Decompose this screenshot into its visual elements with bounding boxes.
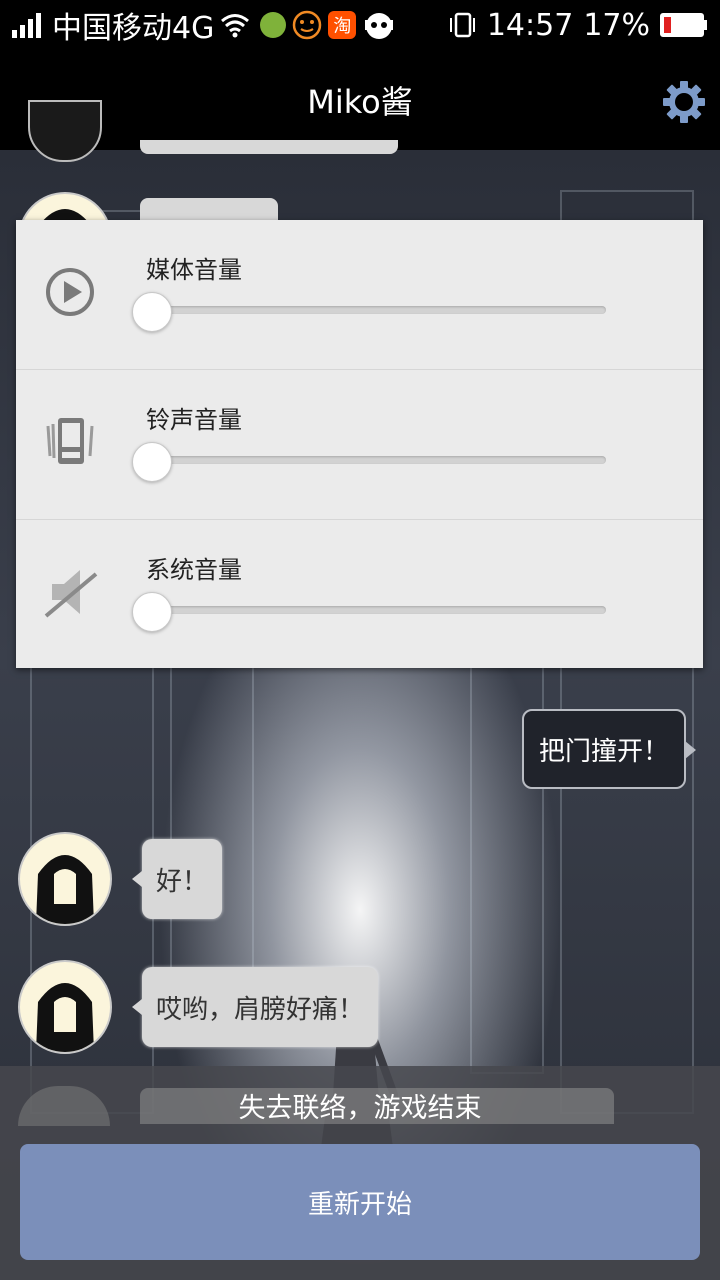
volume-label: 媒体音量 — [146, 256, 242, 284]
volume-slider-thumb[interactable] — [132, 592, 172, 632]
page-title: Miko酱 — [307, 83, 413, 121]
wifi-icon — [221, 14, 250, 38]
volume-slider-thumb[interactable] — [132, 442, 172, 482]
restart-button[interactable]: 重新开始 — [20, 1144, 700, 1260]
smiley-icon — [293, 10, 322, 40]
avatar — [18, 960, 112, 1054]
chat-bubble-incoming: 好！ — [131, 839, 223, 919]
play-icon — [46, 268, 94, 316]
signal-icon — [12, 13, 41, 38]
message-text: 哎哟，肩膀好痛！ — [156, 994, 365, 1025]
carrier-label: 中国移动4G — [52, 11, 215, 46]
volume-row-system: 系统音量 — [16, 520, 703, 669]
volume-label: 系统音量 — [146, 556, 242, 584]
message-text: 把门撞开！ — [538, 736, 669, 767]
battery-icon — [660, 13, 707, 37]
game-over-message: 失去联络，游戏结束 — [238, 1093, 482, 1124]
volume-slider-thumb[interactable] — [132, 292, 172, 332]
avatar — [18, 832, 112, 926]
chat-bubble-partial — [140, 140, 398, 154]
title-bar: Miko酱 — [0, 50, 720, 150]
chat-message: 哎哟，肩膀好痛！ — [18, 960, 379, 1054]
cartoon-face-icon — [365, 13, 394, 39]
message-text: 好！ — [156, 866, 209, 897]
chat-bubble-outgoing: 把门撞开！ — [522, 709, 696, 789]
status-bar: 中国移动4G 淘 14:57 17% — [0, 0, 720, 50]
volume-slider-track[interactable] — [136, 606, 606, 614]
volume-slider-track[interactable] — [136, 456, 606, 464]
volume-panel: 媒体音量 铃声音量 系统音量 — [16, 220, 703, 668]
volume-row-ringer: 铃声音量 — [16, 370, 703, 520]
vibrate-phone-icon — [46, 418, 94, 464]
clock: 14:57 — [486, 7, 574, 43]
chat-bubble-incoming: 哎哟，肩膀好痛！ — [131, 967, 379, 1047]
gear-icon[interactable] — [662, 80, 706, 124]
volume-row-media: 媒体音量 — [16, 220, 703, 370]
volume-label: 铃声音量 — [146, 406, 242, 434]
vibrate-mode-icon — [449, 12, 475, 38]
speaker-muted-icon — [44, 570, 98, 618]
app-icon — [260, 12, 287, 38]
battery-percent: 17% — [583, 7, 650, 43]
chat-message: 好！ — [18, 832, 223, 926]
taobao-icon: 淘 — [328, 11, 357, 39]
volume-slider-track[interactable] — [136, 306, 606, 314]
